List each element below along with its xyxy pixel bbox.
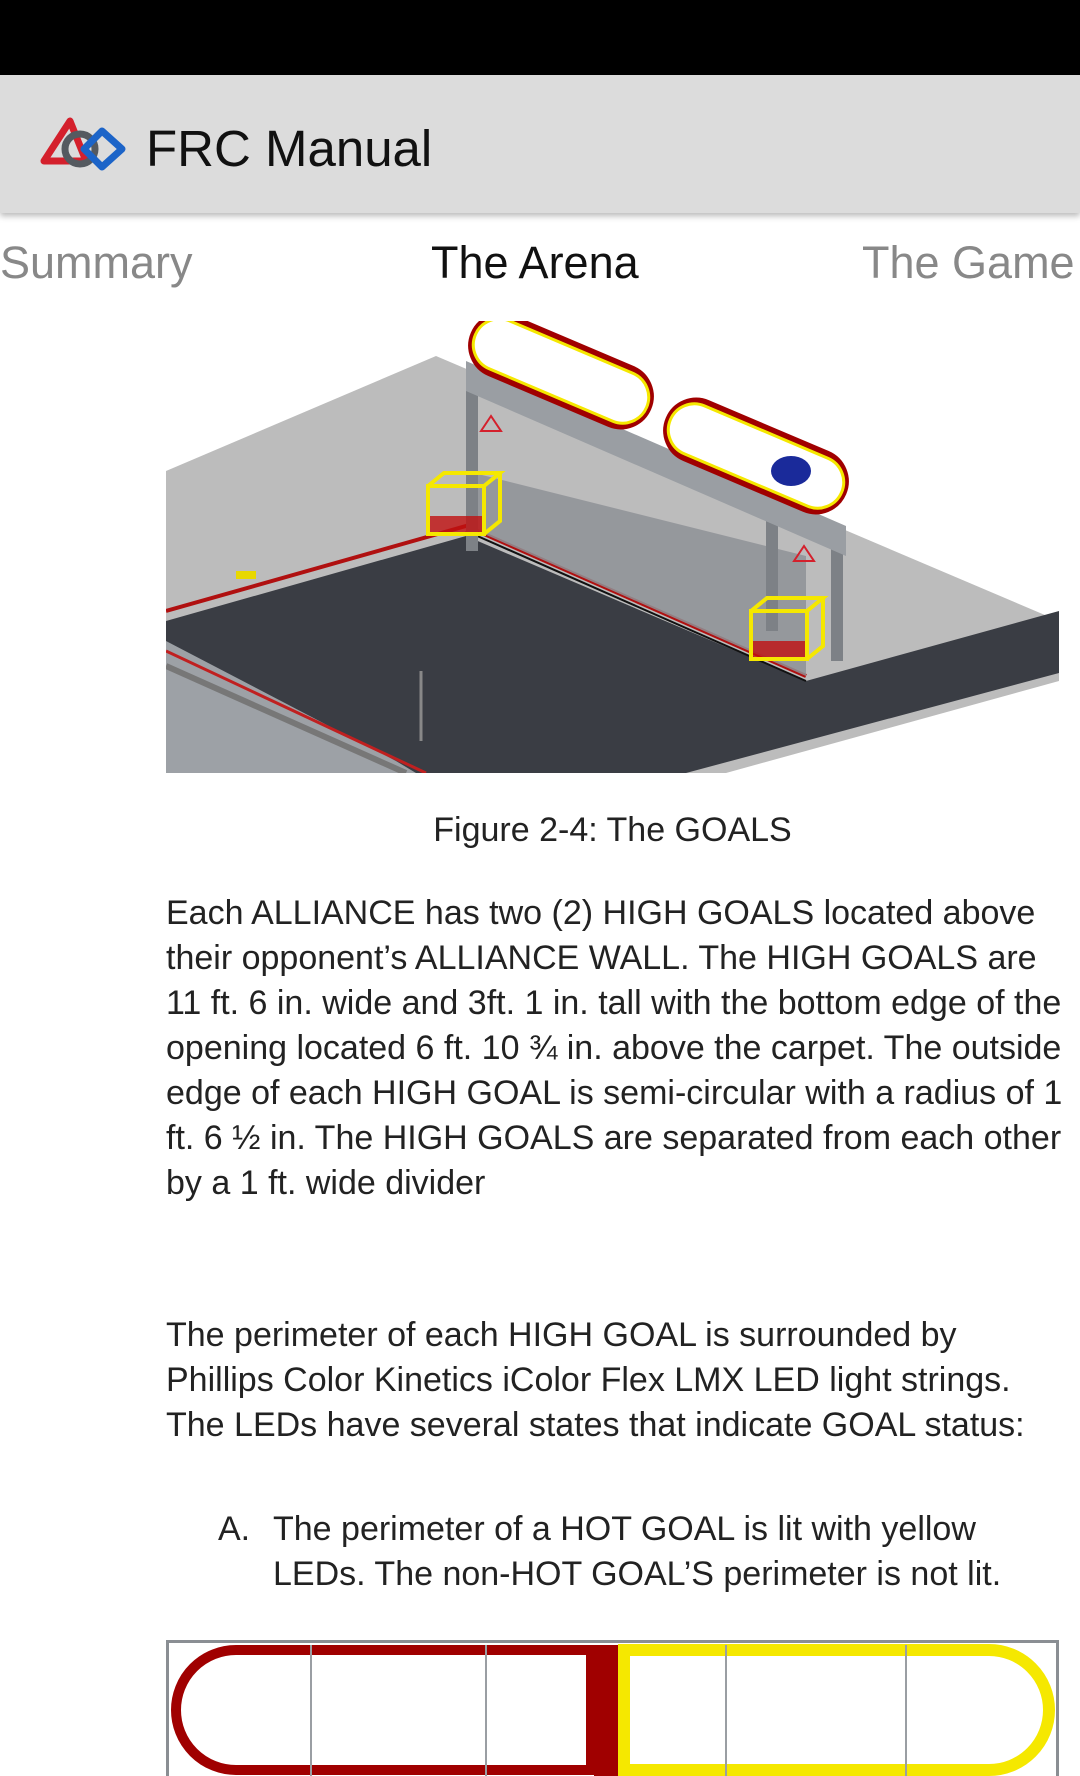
tab-the-arena[interactable]: The Arena (431, 237, 639, 289)
tab-summary[interactable]: Summary (0, 237, 193, 289)
status-bar (0, 0, 1080, 75)
manual-content[interactable]: Figure 2-4: The GOALS Each ALLIANCE has … (0, 313, 1080, 1776)
app-title: FRC Manual (146, 120, 433, 177)
action-bar: FRC Manual (0, 75, 1080, 213)
list-marker: A. (218, 1510, 251, 1548)
paragraph-high-goals: Each ALLIANCE has two (2) HIGH GOALS loc… (166, 894, 1063, 1202)
paragraph-goal-leds: The perimeter of each HIGH GOAL is surro… (166, 1316, 1025, 1444)
tab-the-game[interactable]: The Game (862, 237, 1075, 289)
hot-goal-figure (166, 1640, 1059, 1776)
list-item-text: The perimeter of a HOT GOAL is lit with … (273, 1510, 1002, 1593)
first-logo-icon[interactable] (40, 115, 130, 179)
tab-strip: Summary The Arena The Game (0, 213, 1080, 313)
arena-goals-figure (166, 321, 1059, 773)
figure-caption: Figure 2-4: The GOALS (433, 811, 792, 849)
